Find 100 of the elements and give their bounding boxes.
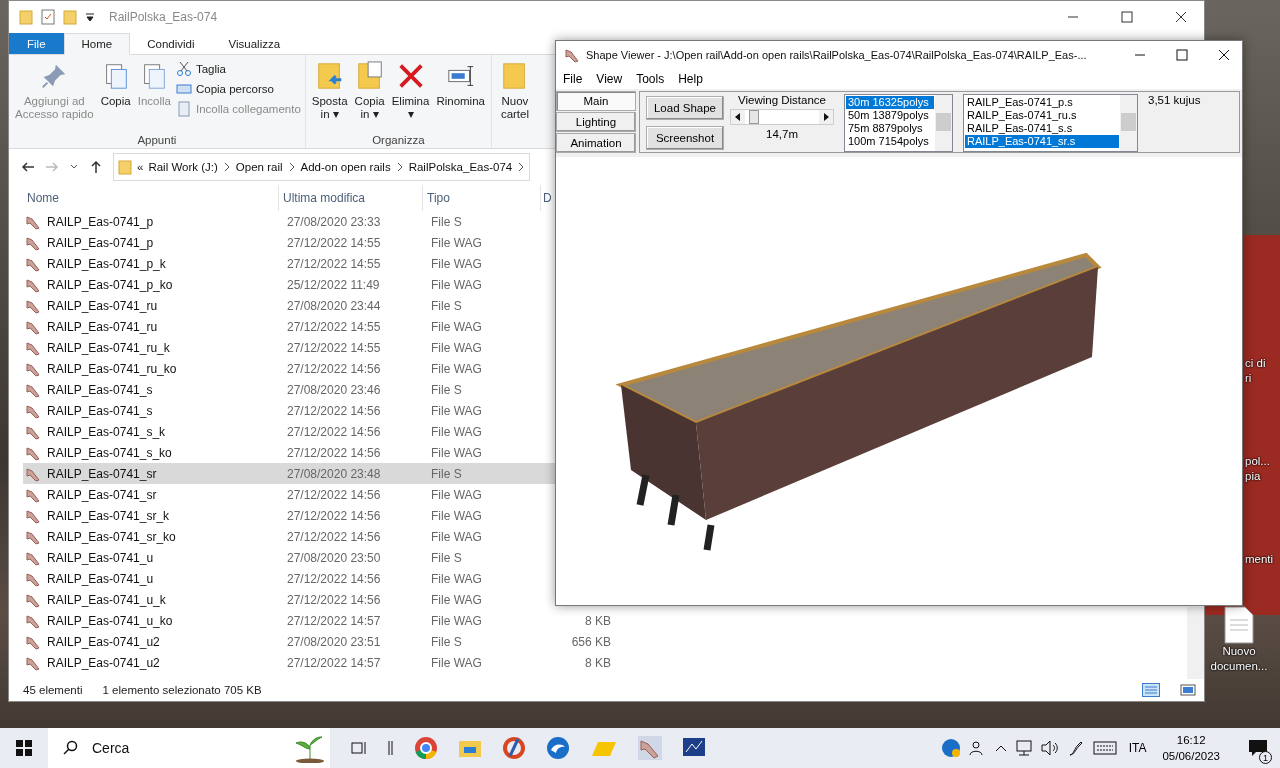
lod-listbox[interactable]: 30m 16325polys 50m 13879polys 75m 8879polys 100m 7154polys bbox=[844, 94, 953, 152]
address-bar[interactable]: « Rail Work (J:) Open rail Add-on open rails RailPolska_Eas-074 bbox=[113, 153, 531, 181]
file-row[interactable]: RAILP_Eas-0741_u 27/08/2020 23:50 File S bbox=[23, 547, 555, 568]
scrollbar[interactable] bbox=[1120, 95, 1137, 151]
browser-icon[interactable] bbox=[414, 736, 438, 760]
shape-listbox[interactable]: RAILP_Eas-0741_p.s RAILP_Eas-0741_ru.s RAILP_Eas-0741_s.s RAILP_Eas-0741_sr.s bbox=[963, 94, 1138, 152]
scroll-right-button[interactable] bbox=[819, 110, 833, 124]
menu-item[interactable]: Help bbox=[678, 72, 703, 86]
file-row[interactable]: RAILP_Eas-0741_u_k 27/12/2022 14:56 File WAG bbox=[23, 589, 555, 610]
ribbon-button[interactable]: Copia in ▾ bbox=[352, 59, 387, 134]
ribbon-small-button[interactable]: Taglia bbox=[175, 61, 301, 77]
ribbon-button[interactable]: Elimina ▾ bbox=[389, 59, 432, 134]
ribbon-button[interactable]: Nuov cartel bbox=[497, 59, 532, 123]
desktop-icon-label[interactable]: Nuovo bbox=[1222, 644, 1256, 659]
ribbon-tab[interactable]: File bbox=[9, 33, 64, 54]
ribbon-tab[interactable]: Home bbox=[63, 33, 131, 55]
ribbon-tab[interactable]: Condividi bbox=[130, 33, 212, 54]
thumbnail-view-icon[interactable] bbox=[1180, 683, 1196, 697]
list-option[interactable]: 75m 8879polys bbox=[846, 122, 934, 135]
list-option[interactable]: RAILP_Eas-0741_ru.s bbox=[965, 109, 1119, 122]
list-option[interactable]: RAILP_Eas-0741_p.s bbox=[965, 96, 1119, 109]
file-row[interactable]: RAILP_Eas-0741_sr_k 27/12/2022 14:56 File WAG bbox=[23, 505, 555, 526]
file-row[interactable]: RAILP_Eas-0741_ru 27/12/2022 14:55 File WAG bbox=[23, 316, 555, 337]
file-row[interactable]: RAILP_Eas-0741_p_k 27/12/2022 14:55 File WAG bbox=[23, 253, 555, 274]
network-icon[interactable] bbox=[1014, 740, 1033, 756]
slider-thumb[interactable] bbox=[749, 110, 760, 124]
side-tab[interactable]: Lighting bbox=[556, 112, 636, 132]
language-indicator[interactable]: ITA bbox=[1128, 741, 1147, 755]
breadcrumb-item[interactable]: Rail Work (J:) bbox=[148, 161, 218, 173]
list-option[interactable]: 100m 7154polys bbox=[846, 135, 934, 148]
properties-icon[interactable] bbox=[41, 9, 55, 25]
help-icon[interactable] bbox=[940, 738, 961, 758]
windows-start-icon[interactable] bbox=[16, 740, 32, 756]
list-option[interactable]: 50m 13879polys bbox=[846, 109, 934, 122]
scrollbar[interactable] bbox=[935, 95, 952, 151]
column-header[interactable]: Ultima modifica bbox=[279, 185, 423, 211]
column-header[interactable]: D bbox=[541, 185, 551, 211]
desktop-icon-label[interactable]: pol... bbox=[1245, 454, 1270, 469]
column-header[interactable]: Nome bbox=[23, 185, 279, 211]
desktop-icon-label[interactable]: ci di bbox=[1245, 356, 1266, 371]
clock-time[interactable]: 16:12 bbox=[1176, 732, 1206, 748]
file-row[interactable]: RAILP_Eas-0741_u_ko 27/12/2022 14:57 File WAG 8 KB bbox=[23, 610, 623, 631]
breadcrumb-item[interactable]: « bbox=[137, 161, 144, 173]
task-view-icon[interactable] bbox=[350, 740, 368, 756]
clock-date[interactable]: 05/06/2023 bbox=[1162, 748, 1220, 764]
ribbon-tab[interactable]: Visualizza bbox=[211, 33, 298, 54]
speaker-icon[interactable] bbox=[1040, 740, 1059, 756]
list-option[interactable]: RAILP_Eas-0741_s.s bbox=[965, 122, 1119, 135]
panel-button[interactable]: Screenshot bbox=[646, 126, 724, 150]
menu-item[interactable]: View bbox=[596, 72, 623, 86]
desktop-icon-label[interactable]: pia bbox=[1245, 469, 1270, 484]
file-row[interactable]: RAILP_Eas-0741_sr 27/08/2020 23:48 File S bbox=[23, 463, 555, 484]
file-row[interactable]: RAILP_Eas-0741_ru_k 27/12/2022 14:55 File WAG bbox=[23, 337, 555, 358]
file-row[interactable]: RAILP_Eas-0741_s_ko 27/12/2022 14:56 File WAG bbox=[23, 442, 555, 463]
file-row[interactable]: RAILP_Eas-0741_u2 27/08/2020 23:51 File S 656 KB bbox=[23, 631, 623, 652]
file-row[interactable]: RAILP_Eas-0741_p 27/08/2020 23:33 File S bbox=[23, 211, 555, 232]
ribbon-small-button[interactable]: Copia percorso bbox=[175, 81, 301, 97]
ribbon-button[interactable]: Copia bbox=[98, 59, 133, 134]
back-arrow-icon[interactable] bbox=[21, 160, 35, 174]
up-arrow-icon[interactable] bbox=[89, 160, 103, 174]
panel-button[interactable]: Load Shape bbox=[646, 96, 724, 120]
maximize-icon[interactable] bbox=[1121, 11, 1133, 23]
file-row[interactable]: RAILP_Eas-0741_s_k 27/12/2022 14:56 File WAG bbox=[23, 421, 555, 442]
keyboard-icon[interactable] bbox=[1092, 741, 1117, 755]
file-row[interactable]: RAILP_Eas-0741_sr_ko 27/12/2022 14:56 File WAG bbox=[23, 526, 555, 547]
file-row[interactable]: RAILP_Eas-0741_ru_ko 27/12/2022 14:56 File WAG bbox=[23, 358, 555, 379]
list-option[interactable]: RAILP_Eas-0741_sr.s bbox=[965, 135, 1119, 148]
file-row[interactable]: RAILP_Eas-0741_u 27/12/2022 14:56 File WAG bbox=[23, 568, 555, 589]
file-row[interactable]: RAILP_Eas-0741_s 27/12/2022 14:56 File WAG bbox=[23, 400, 555, 421]
breadcrumb-item[interactable]: RailPolska_Eas-074 bbox=[408, 161, 513, 173]
side-tab[interactable]: Animation bbox=[556, 133, 636, 153]
file-row[interactable]: RAILP_Eas-0741_p 27/12/2022 14:55 File WAG bbox=[23, 232, 555, 253]
file-row[interactable]: RAILP_Eas-0741_sr 27/12/2022 14:56 File WAG bbox=[23, 484, 555, 505]
desktop-icon-label[interactable]: ri bbox=[1245, 371, 1266, 386]
ribbon-button[interactable]: Sposta in ▾ bbox=[309, 59, 350, 134]
chart-window-icon[interactable] bbox=[682, 737, 706, 759]
desktop-icon-label[interactable]: menti bbox=[1245, 552, 1274, 567]
search-field[interactable]: Cerca bbox=[48, 728, 330, 768]
menu-item[interactable]: File bbox=[563, 72, 583, 86]
wagon-icon[interactable] bbox=[638, 736, 662, 760]
details-view-icon[interactable] bbox=[1142, 683, 1160, 697]
file-row[interactable]: RAILP_Eas-0741_u2 27/12/2022 14:57 File WAG 8 KB bbox=[23, 652, 623, 673]
close-icon[interactable] bbox=[1218, 49, 1230, 61]
notifications-button[interactable]: 1 bbox=[1236, 728, 1280, 768]
scrollbar[interactable] bbox=[1187, 607, 1204, 679]
close-icon[interactable] bbox=[1175, 11, 1187, 23]
scroll-left-button[interactable] bbox=[731, 110, 745, 124]
chevron-up-icon[interactable] bbox=[994, 743, 1007, 753]
dropdown-icon[interactable] bbox=[85, 12, 95, 22]
document-icon[interactable] bbox=[1223, 606, 1255, 644]
maximize-icon[interactable] bbox=[1176, 49, 1188, 61]
file-row[interactable]: RAILP_Eas-0741_s 27/08/2020 23:46 File S bbox=[23, 379, 555, 400]
column-header[interactable]: Tipo bbox=[423, 185, 541, 211]
distance-slider[interactable] bbox=[730, 109, 834, 125]
file-row[interactable]: RAILP_Eas-0741_ru 27/08/2020 23:44 File S bbox=[23, 295, 555, 316]
list-option[interactable]: 30m 16325polys bbox=[846, 96, 934, 109]
desktop-icon-label[interactable]: documen... bbox=[1210, 659, 1268, 674]
ribbon-button[interactable]: Rinomina bbox=[434, 59, 487, 134]
side-tab[interactable]: Main bbox=[556, 91, 636, 111]
breadcrumb-item[interactable]: Open rail bbox=[235, 161, 283, 173]
